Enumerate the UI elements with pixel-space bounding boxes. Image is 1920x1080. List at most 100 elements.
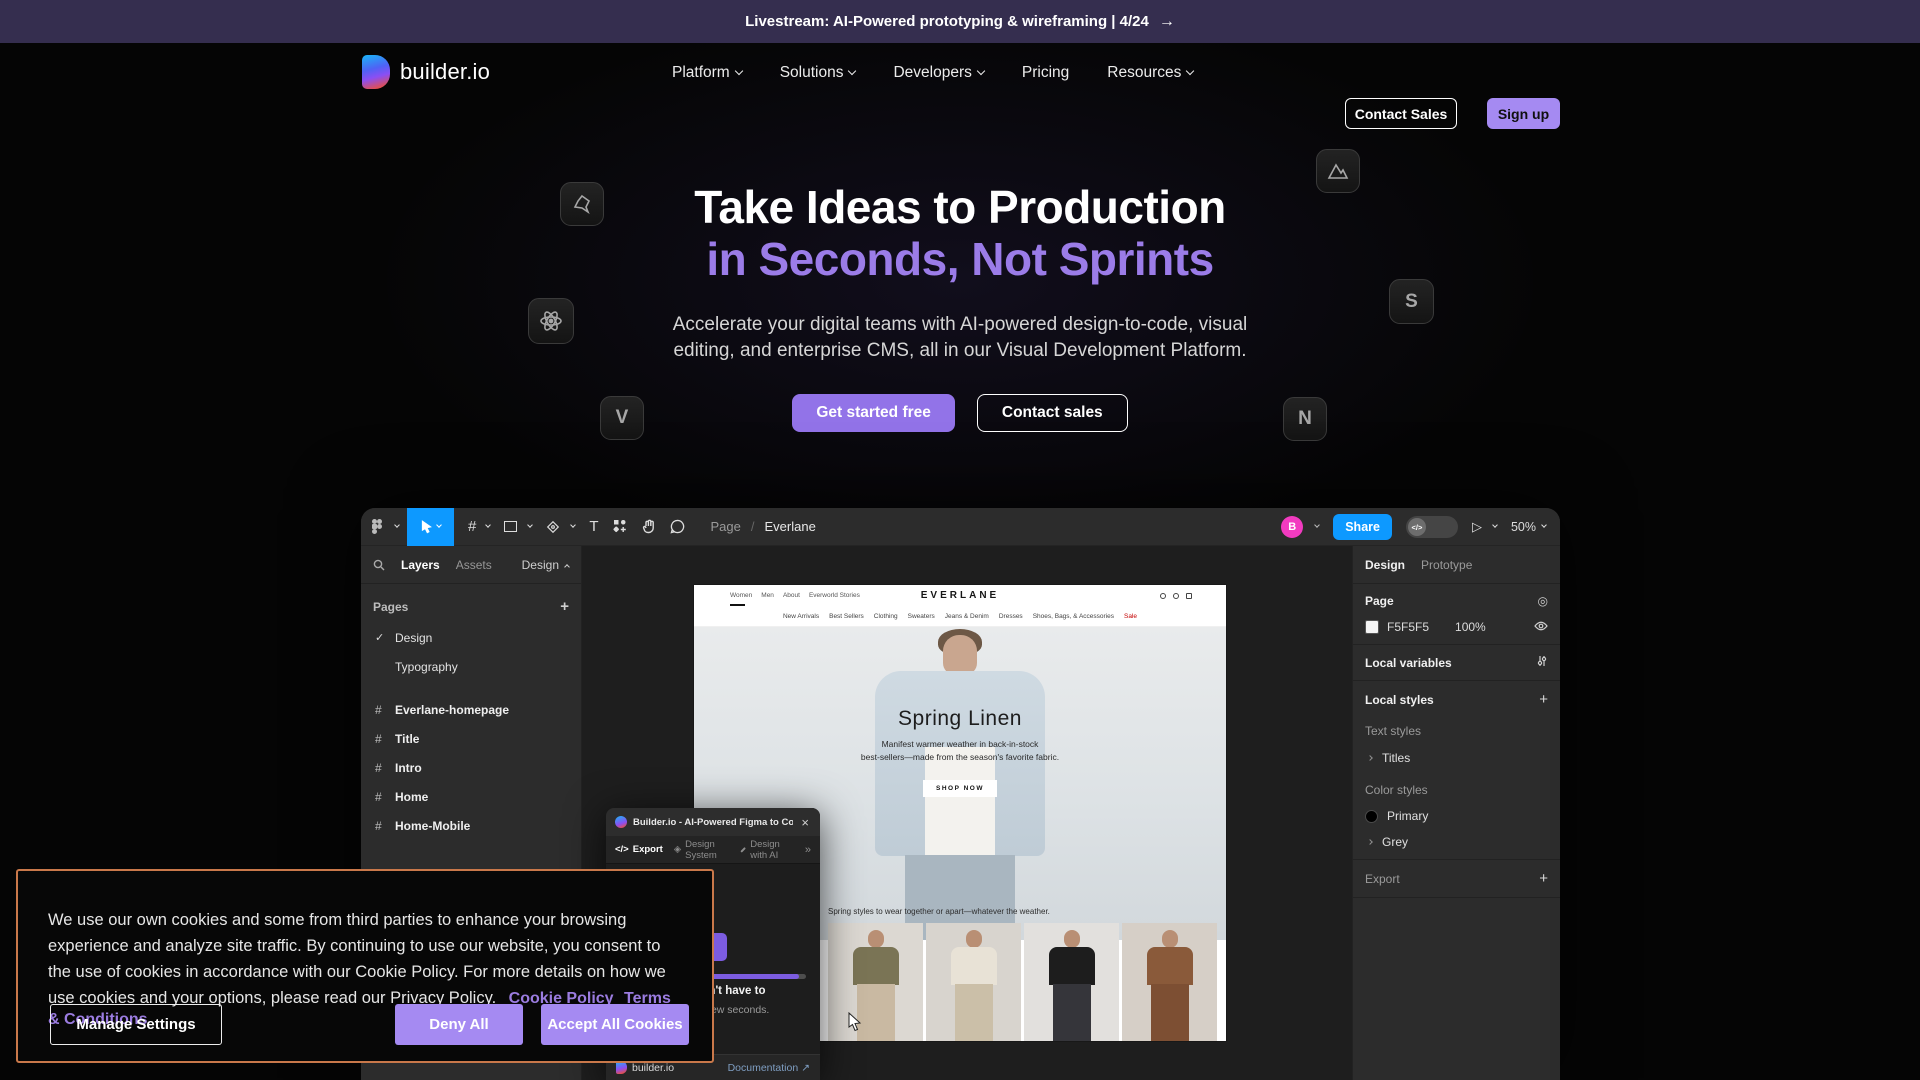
tab-prototype[interactable]: Prototype: [1421, 558, 1472, 572]
accept-all-cookies-button[interactable]: Accept All Cookies: [541, 1004, 689, 1045]
present-button[interactable]: ▷: [1472, 519, 1497, 535]
breadcrumb-root[interactable]: Page: [711, 519, 741, 534]
page-opacity[interactable]: 100%: [1455, 620, 1486, 634]
layer-everlane-homepage[interactable]: # Everlane-homepage: [361, 695, 581, 724]
everlane-product-grid: [828, 923, 1217, 1041]
external-link-icon: ↗: [801, 1062, 810, 1074]
move-tool-button[interactable]: [407, 508, 454, 546]
mountain-logo-icon: [1316, 149, 1360, 193]
plugin-tabs: </> Export ◈ Design System Design with A…: [606, 836, 820, 864]
hand-tool-button[interactable]: [642, 508, 656, 546]
nav-item-developers[interactable]: Developers: [893, 64, 983, 82]
product-image: [1122, 923, 1217, 1041]
everlane-section-caption: Spring styles to wear together or apart—…: [828, 907, 1050, 916]
documentation-link[interactable]: Documentation ↗: [728, 1062, 810, 1074]
add-export-button[interactable]: +: [1539, 870, 1548, 887]
page-item-design[interactable]: ✓ Design: [361, 623, 581, 652]
zoom-menu[interactable]: 50%: [1511, 520, 1546, 534]
brand-name: builder.io: [400, 59, 490, 85]
sale-link: Sale: [1124, 613, 1137, 620]
components-tool-button[interactable]: [613, 508, 628, 546]
search-icon[interactable]: [373, 559, 385, 571]
primary-color-swatch: [1365, 810, 1378, 823]
code-icon: </>: [615, 844, 629, 855]
share-button[interactable]: Share: [1333, 514, 1392, 540]
search-icon: [1160, 593, 1166, 599]
properties-panel: Design Prototype Page ◎ F5F5F5 100%: [1352, 546, 1560, 1080]
close-icon[interactable]: ×: [799, 815, 811, 830]
layer-home-mobile[interactable]: # Home-Mobile: [361, 811, 581, 840]
overflow-icon[interactable]: »: [805, 844, 811, 856]
page-section: Page ◎ F5F5F5 100%: [1353, 584, 1560, 645]
chevron-right-icon: [1367, 839, 1373, 845]
breadcrumb-page[interactable]: Everlane: [765, 519, 816, 534]
style-titles[interactable]: Titles: [1365, 751, 1548, 765]
frame-icon: #: [375, 790, 395, 804]
page-color-swatch[interactable]: [1365, 620, 1379, 634]
export-section: Export +: [1353, 859, 1560, 898]
style-grey[interactable]: Grey: [1365, 835, 1548, 849]
components-icon: [613, 519, 628, 534]
link-about: About: [783, 592, 800, 599]
layer-home[interactable]: # Home: [361, 782, 581, 811]
sign-up-button[interactable]: Sign up: [1487, 98, 1560, 129]
dev-resource-icon[interactable]: ◎: [1538, 594, 1548, 608]
mode-dropdown[interactable]: Design: [522, 558, 569, 572]
pen-tool-button[interactable]: [546, 508, 575, 546]
layer-title[interactable]: # Title: [361, 724, 581, 753]
layers-list: # Everlane-homepage # Title # Intro # Ho…: [361, 695, 581, 840]
page-color-hex[interactable]: F5F5F5: [1387, 620, 1429, 634]
plugin-titlebar[interactable]: Builder.io - AI-Powered Figma to Code (R…: [606, 808, 820, 836]
visibility-eye-icon[interactable]: [1534, 620, 1548, 634]
tab-layers[interactable]: Layers: [401, 558, 440, 572]
comment-tool-button[interactable]: [670, 508, 685, 546]
manage-settings-button[interactable]: Manage Settings: [50, 1004, 222, 1045]
hero-subtitle: Accelerate your digital teams with AI-po…: [670, 312, 1250, 364]
hero-title-line2: in Seconds, Not Sprints: [0, 233, 1920, 285]
add-page-button[interactable]: +: [560, 598, 569, 615]
livestream-banner[interactable]: Livestream: AI-Powered prototyping & wir…: [0, 0, 1920, 43]
chevron-down-icon: [486, 522, 492, 528]
plugin-tab-design-system[interactable]: ◈ Design System: [674, 839, 730, 861]
chevron-down-icon: [1186, 67, 1194, 75]
text-tool-icon: T: [589, 518, 598, 535]
link-everworld: Everworld Stories: [809, 592, 860, 599]
wand-icon: [741, 847, 746, 852]
avatar[interactable]: B: [1281, 516, 1303, 538]
plugin-tab-design-with-ai[interactable]: Design with AI: [740, 839, 793, 861]
nav-item-resources[interactable]: Resources: [1107, 64, 1193, 82]
plugin-tab-export[interactable]: </> Export: [615, 844, 663, 855]
notion-icon: N: [1283, 397, 1327, 441]
tab-assets[interactable]: Assets: [456, 558, 492, 572]
contact-sales-button[interactable]: Contact Sales: [1345, 98, 1457, 129]
layer-intro[interactable]: # Intro: [361, 753, 581, 782]
deny-all-button[interactable]: Deny All: [395, 1004, 523, 1045]
figma-menu-button[interactable]: [371, 508, 399, 546]
text-tool-button[interactable]: T: [589, 508, 598, 546]
nav-item-solutions[interactable]: Solutions: [780, 64, 856, 82]
nav-item-pricing[interactable]: Pricing: [1022, 64, 1069, 82]
frame-icon: #: [375, 703, 395, 717]
nav-item-platform[interactable]: Platform: [672, 64, 742, 82]
variables-icon[interactable]: [1536, 655, 1548, 670]
link-women: Women: [730, 592, 752, 599]
chevron-down-icon: [1541, 522, 1547, 528]
get-started-button[interactable]: Get started free: [792, 394, 955, 432]
style-primary[interactable]: Primary: [1365, 809, 1548, 823]
chevron-right-icon: [1367, 755, 1373, 761]
frame-tool-button[interactable]: #: [468, 508, 490, 546]
svelte-icon: S: [1389, 279, 1434, 324]
tab-design[interactable]: Design: [1365, 558, 1405, 572]
dev-mode-toggle[interactable]: </>: [1406, 516, 1458, 538]
left-panel-tabs: Layers Assets Design: [361, 546, 581, 584]
page-item-typography[interactable]: Typography: [361, 652, 581, 681]
add-style-button[interactable]: +: [1539, 691, 1548, 708]
account-menu[interactable]: B: [1281, 516, 1319, 538]
brand-logo[interactable]: builder.io: [362, 55, 490, 89]
qwik-icon: [560, 182, 604, 226]
shape-tool-button[interactable]: [504, 508, 532, 546]
pen-icon: [546, 520, 560, 534]
chevron-down-icon: [734, 67, 742, 75]
contact-sales-cta-button[interactable]: Contact sales: [977, 394, 1128, 432]
local-styles-section: Local styles + Text styles Titles Color …: [1353, 681, 1560, 859]
